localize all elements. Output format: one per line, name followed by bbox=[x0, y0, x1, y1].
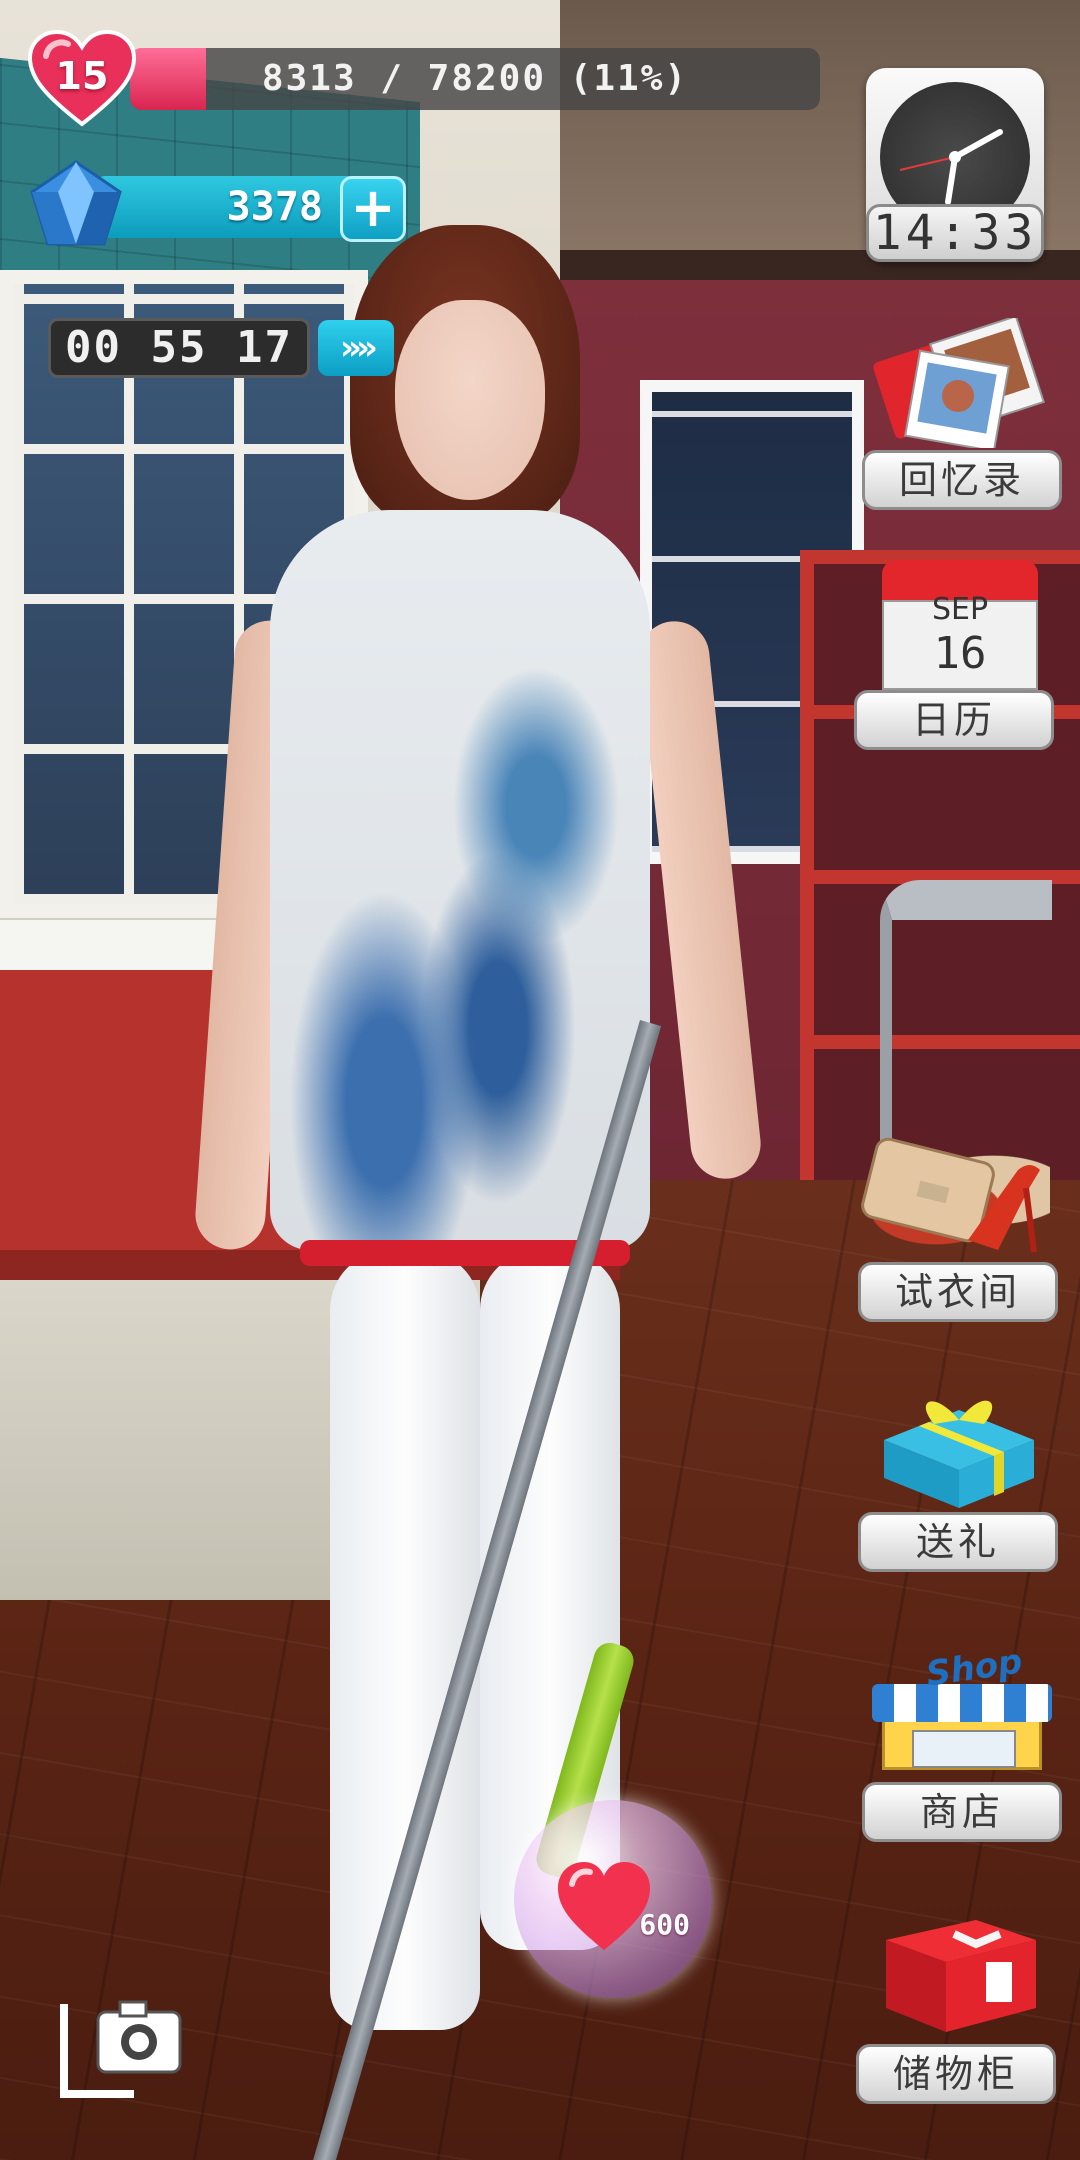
shop-storefront-icon: Shop bbox=[872, 1641, 1052, 1780]
photos-icon bbox=[872, 315, 1052, 453]
heart-value: 600 bbox=[639, 1908, 690, 1941]
memories-button[interactable]: 回忆录 bbox=[862, 315, 1062, 510]
clock-time: 14:33 bbox=[866, 204, 1044, 262]
level-number: 15 bbox=[55, 54, 109, 98]
calendar-button[interactable]: SEP 16 日历 bbox=[854, 560, 1068, 750]
diamond-icon bbox=[24, 158, 128, 258]
locker-label: 储物柜 bbox=[856, 2044, 1056, 2104]
dressing-room-label: 试衣间 bbox=[858, 1262, 1058, 1322]
camera-button[interactable] bbox=[58, 1994, 188, 2100]
calendar-day: 16 bbox=[933, 628, 987, 679]
gift-box-icon bbox=[874, 1380, 1044, 1514]
shop-label: 商店 bbox=[862, 1782, 1062, 1842]
shop-door bbox=[912, 1730, 1016, 1768]
calendar-month: SEP bbox=[931, 592, 989, 627]
gift-button[interactable]: 送礼 bbox=[858, 1380, 1058, 1572]
character-face[interactable] bbox=[395, 300, 545, 500]
heart-icon bbox=[558, 1862, 650, 1950]
dressing-room-button[interactable]: 试衣间 bbox=[858, 1130, 1058, 1322]
experience-text: 8313 / 78200 (11%) bbox=[261, 58, 689, 99]
heart-bubble[interactable]: 600 bbox=[514, 1800, 712, 1998]
experience-bar: 8313 / 78200 (11%) bbox=[130, 48, 820, 110]
gift-label: 送礼 bbox=[858, 1512, 1058, 1572]
calendar-icon: SEP 16 bbox=[882, 560, 1038, 690]
calendar-label: 日历 bbox=[854, 690, 1054, 750]
skip-button[interactable]: »» bbox=[318, 320, 394, 376]
camera-icon bbox=[60, 2000, 182, 2098]
memories-label: 回忆录 bbox=[862, 450, 1062, 510]
shop-button[interactable]: Shop 商店 bbox=[862, 1641, 1062, 1842]
add-gems-button[interactable]: + bbox=[340, 176, 406, 242]
level-badge: 15 bbox=[26, 29, 138, 128]
locker-button[interactable]: 储物柜 bbox=[856, 1910, 1066, 2110]
handbag-heels-icon bbox=[858, 1130, 1058, 1264]
character-dress[interactable] bbox=[270, 510, 650, 1250]
countdown-timer: 00 55 17 bbox=[48, 318, 310, 378]
gem-count: 3378 bbox=[226, 184, 323, 230]
red-box-icon bbox=[876, 1910, 1046, 2044]
